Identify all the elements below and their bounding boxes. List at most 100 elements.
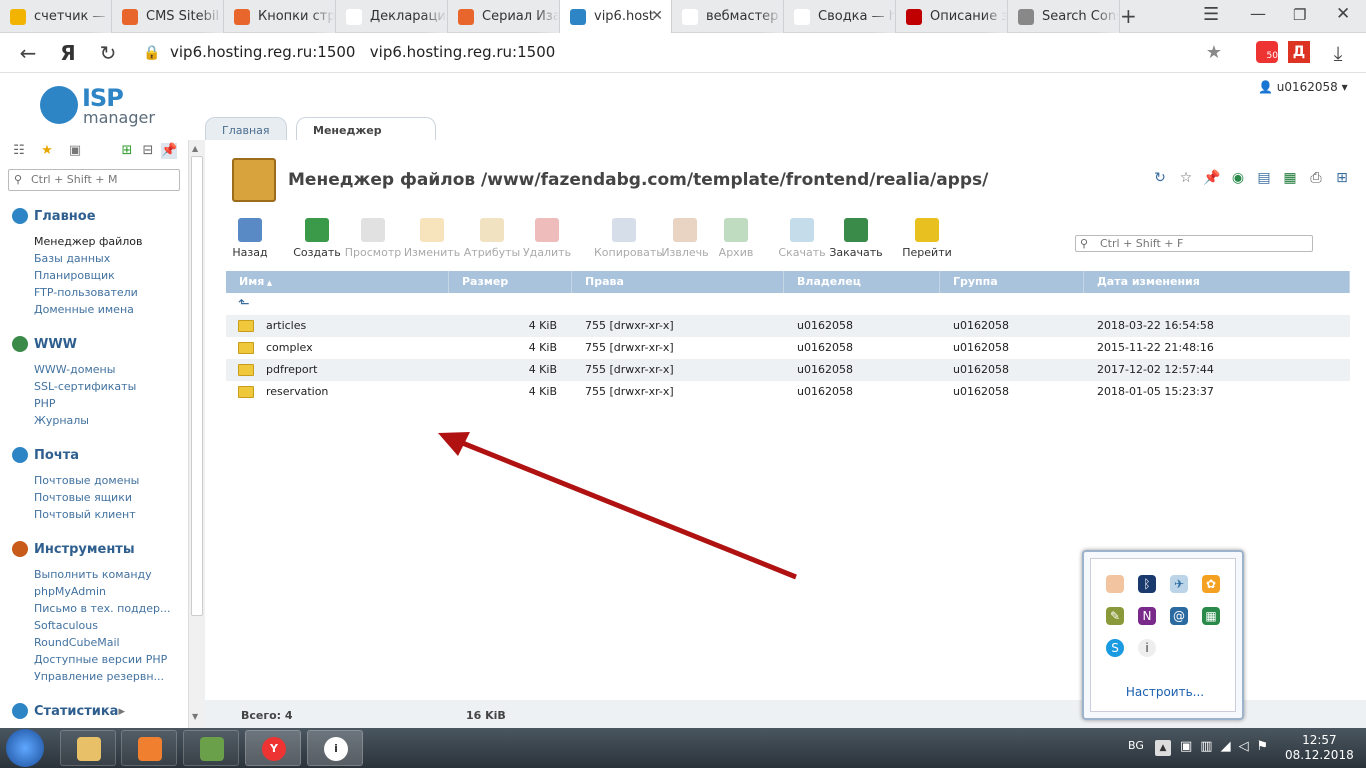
clock[interactable]: 12:57 08.12.2018 (1285, 733, 1354, 763)
mail-badge[interactable]: 50 (1256, 41, 1278, 63)
sidebar-section[interactable]: Инструменты (12, 541, 135, 557)
sidebar-item[interactable]: Доменные имена (34, 303, 134, 316)
create-button[interactable]: Создать (287, 218, 347, 259)
sidebar-section[interactable]: Статистика ▸ (12, 703, 125, 719)
briefcase-icon[interactable]: ▣ (67, 143, 83, 159)
minimize-icon[interactable]: — (1250, 4, 1266, 23)
menu-icon[interactable]: ☰ (1203, 4, 1219, 25)
browser-tab[interactable]: Сводка — h (784, 0, 896, 33)
sidebar-item[interactable]: Доступные версии PHP (34, 653, 167, 666)
sidebar-item[interactable]: Почтовые ящики (34, 491, 132, 504)
security-icon[interactable]: ▦ (1202, 607, 1220, 625)
browser-tab[interactable]: Сериал Иза (448, 0, 560, 33)
column-header[interactable]: Размер (449, 271, 572, 293)
onenote-icon[interactable]: N (1138, 607, 1156, 625)
reload-icon[interactable]: ↻ (96, 41, 120, 65)
download-icon[interactable]: ⤓ (1326, 41, 1350, 65)
show-hidden-icons-button[interactable]: ▲ (1155, 740, 1171, 756)
explorer-app[interactable] (60, 730, 116, 766)
table-row[interactable]: articles 4 KiB 755 [drwxr-xr-x] u0162058 u01… (226, 315, 1350, 337)
sidebar-item[interactable]: Почтовый клиент (34, 508, 136, 521)
sidebar-search-input[interactable]: ⚲ Ctrl + Shift + M (8, 169, 180, 191)
sidebar-scrollbar[interactable]: ▲ ▼ (188, 140, 205, 728)
file-search-input[interactable]: ⚲ Ctrl + Shift + F (1075, 235, 1313, 252)
column-header[interactable]: Имя ▲ (226, 271, 449, 293)
sidebar-item[interactable]: Письмо в тех. поддер... (34, 602, 171, 615)
parent-dir-row[interactable]: ⬑ (226, 293, 1350, 315)
sidebar-item[interactable]: FTP-пользователи (34, 286, 138, 299)
column-header[interactable]: Права (572, 271, 784, 293)
table-row[interactable]: complex 4 KiB 755 [drwxr-xr-x] u0162058 u016… (226, 337, 1350, 359)
yandex-icon[interactable]: Я (56, 41, 80, 65)
archive-button[interactable]: Архив (706, 218, 766, 259)
up-folder-icon[interactable]: ⬑ (238, 296, 250, 312)
browser-tab[interactable]: Кнопки стр (224, 0, 336, 33)
user-menu[interactable]: 👤 u0162058 ▾ (1258, 80, 1348, 94)
sidebar-item[interactable]: Журналы (34, 414, 89, 427)
close-window-icon[interactable]: ✕ (1336, 4, 1350, 24)
flower-icon[interactable]: ✿ (1202, 575, 1220, 593)
star-icon[interactable]: ☆ (1177, 170, 1195, 188)
upload-button[interactable]: Закачать (826, 218, 886, 259)
bluetooth-icon[interactable]: ᛒ (1138, 575, 1156, 593)
browser-tab[interactable]: вебмастер (672, 0, 784, 33)
browser-tab[interactable]: vip6.host ✕ (560, 0, 672, 33)
table-row[interactable]: pdfreport 4 KiB 755 [drwxr-xr-x] u0162058 u0… (226, 359, 1350, 381)
restore-icon[interactable]: ❐ (1293, 6, 1306, 24)
back-icon[interactable]: ← (16, 41, 40, 65)
sidebar-item[interactable]: Softaculous (34, 619, 98, 632)
sidebar-item[interactable]: Планировщик (34, 269, 115, 282)
column-header[interactable]: Владелец (784, 271, 940, 293)
sidebar-item[interactable]: Менеджер файлов (34, 235, 143, 248)
expand-all-icon[interactable]: ⊞ (119, 143, 135, 159)
url-field[interactable]: vip6.hosting.reg.ru:1500 vip6.hosting.re… (170, 43, 555, 61)
media-player-app[interactable] (121, 730, 177, 766)
column-header[interactable]: Группа (940, 271, 1084, 293)
network-icon[interactable]: ✈ (1170, 575, 1188, 593)
sidebar-item[interactable]: Управление резервн... (34, 670, 164, 683)
browser-tab[interactable]: счетчик — (0, 0, 112, 33)
sidebar-item[interactable]: Базы данных (34, 252, 110, 265)
sidebar-section[interactable]: Почта (12, 447, 79, 463)
sidebar-item[interactable]: WWW-домены (34, 363, 115, 376)
pin-icon[interactable]: 📌 (161, 143, 177, 159)
download-button[interactable]: Скачать (772, 218, 832, 259)
browser-tab[interactable]: CMS Sitebil (112, 0, 224, 33)
column-header[interactable]: Дата изменения (1084, 271, 1350, 293)
sidebar-item[interactable]: Выполнить команду (34, 568, 152, 581)
table-row[interactable]: reservation 4 KiB 755 [drwxr-xr-x] u0162058… (226, 381, 1350, 403)
notepad-app[interactable] (183, 730, 239, 766)
favorites-icon[interactable]: ★ (39, 143, 55, 159)
info-icon[interactable]: i (1138, 639, 1156, 657)
tray-customize-link[interactable]: Настроить... (1084, 685, 1246, 699)
sidebar-section[interactable]: Главное (12, 208, 96, 224)
print-icon[interactable]: ⎙ (1307, 170, 1325, 188)
collapse-all-icon[interactable]: ⊟ (140, 143, 156, 159)
skype-icon[interactable]: S (1106, 639, 1124, 657)
refresh-icon[interactable]: ↻ (1151, 170, 1169, 188)
copy-button[interactable]: Копировать (594, 218, 663, 259)
disk-icon[interactable] (1106, 575, 1124, 593)
attributes-button[interactable]: Атрибуты (462, 218, 522, 259)
close-tab-icon[interactable]: ✕ (651, 8, 663, 24)
sidebar-item[interactable]: RoundCubeMail (34, 636, 120, 649)
globe-icon[interactable]: ◉ (1229, 170, 1247, 188)
pin-page-icon[interactable]: 📌 (1203, 170, 1221, 188)
back-button[interactable]: Назад (220, 218, 280, 259)
sidebar-item[interactable]: phpMyAdmin (34, 585, 106, 598)
doc-icon[interactable]: ▤ (1255, 170, 1273, 188)
browser-tab[interactable]: Search Cons (1008, 0, 1120, 33)
sidebar-item[interactable]: PHP (34, 397, 56, 410)
list-icon[interactable]: ☷ (11, 143, 27, 159)
sidebar-item[interactable]: Почтовые домены (34, 474, 139, 487)
start-button[interactable] (6, 729, 44, 767)
delete-button[interactable]: Удалить (517, 218, 577, 259)
edit-button[interactable]: Изменить (402, 218, 462, 259)
goto-button[interactable]: Перейти (897, 218, 957, 259)
browser-tab[interactable]: Декларации (336, 0, 448, 33)
sidebar-item[interactable]: SSL-сертификаты (34, 380, 136, 393)
new-tab-button[interactable]: + (1120, 4, 1137, 28)
tool-icon[interactable]: ✎ (1106, 607, 1124, 625)
mail-agent-icon[interactable]: @ (1170, 607, 1188, 625)
browser-tab[interactable]: Описание з (896, 0, 1008, 33)
